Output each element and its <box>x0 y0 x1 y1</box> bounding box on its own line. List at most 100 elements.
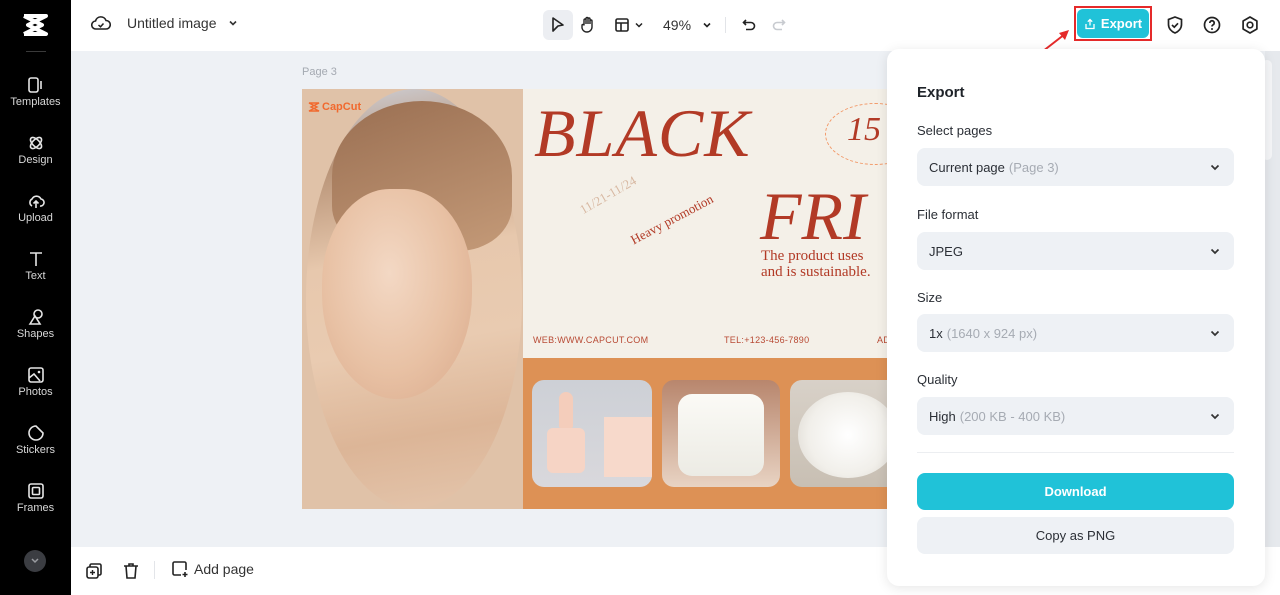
capcut-brand-icon <box>308 102 320 112</box>
tagline-text[interactable]: The product uses and is sustainable. <box>761 248 871 280</box>
zoom-dropdown-icon[interactable] <box>701 19 713 31</box>
add-page-button[interactable]: Add page <box>171 560 254 578</box>
date-range-text[interactable]: 11/21-11/24 <box>577 173 639 218</box>
share-upload-icon <box>1085 18 1095 29</box>
design-canvas[interactable]: CapCut BLACK 15 11/21-11/24 Heavy promot… <box>302 89 887 509</box>
export-panel-title: Export <box>917 84 965 101</box>
shield-check-icon[interactable] <box>1165 15 1185 35</box>
quality-hint: (200 KB - 400 KB) <box>959 408 1066 424</box>
add-page-label: Add page <box>194 561 254 577</box>
chevron-down-icon <box>1210 248 1220 255</box>
sidebar-item-label: Frames <box>16 502 55 514</box>
sidebar-item-label: Templates <box>10 96 61 108</box>
bottom-divider <box>154 561 155 579</box>
sidebar: Templates Design Upload Text Shapes Phot… <box>0 0 71 595</box>
pointer-icon <box>552 17 564 32</box>
sidebar-item-shapes[interactable]: Shapes <box>0 308 71 358</box>
size-dropdown[interactable]: 1x (1640 x 924 px) <box>917 314 1234 352</box>
duplicate-page-icon[interactable] <box>84 561 104 581</box>
dropper-shape <box>559 392 573 428</box>
logo-divider <box>26 51 46 52</box>
document-title[interactable]: Untitled image <box>127 15 217 31</box>
face-shape <box>322 189 472 399</box>
photos-icon <box>27 367 44 383</box>
redo-icon <box>772 19 786 31</box>
jar-shape <box>678 394 764 476</box>
sidebar-more-button[interactable] <box>24 550 46 572</box>
export-panel: Export Select pages Current page (Page 3… <box>887 49 1265 586</box>
copy-as-png-button[interactable]: Copy as PNG <box>917 517 1234 554</box>
quality-label: Quality <box>917 372 958 387</box>
size-value: 1x <box>929 325 943 341</box>
cloud-saved-icon <box>91 16 111 30</box>
tagline-line-1: The product uses <box>761 248 864 264</box>
chevron-down-icon <box>1210 330 1220 337</box>
help-icon[interactable] <box>1202 15 1222 35</box>
sidebar-item-text[interactable]: Text <box>0 250 71 300</box>
sidebar-item-design[interactable]: Design <box>0 134 71 184</box>
hand-icon <box>581 16 593 33</box>
box-shape <box>604 417 652 477</box>
tagline-line-2: and is sustainable. <box>761 264 871 280</box>
sidebar-item-stickers[interactable]: Stickers <box>0 424 71 474</box>
chevron-down-icon <box>1210 413 1220 420</box>
page-label: Page 3 <box>302 66 337 78</box>
sidebar-item-label: Photos <box>18 386 53 398</box>
promotion-text[interactable]: Heavy promotion <box>628 191 716 248</box>
bottle-shape <box>547 428 585 473</box>
chevron-down-icon <box>1210 164 1220 171</box>
sidebar-item-templates[interactable]: Templates <box>0 76 71 126</box>
file-format-label: File format <box>917 207 979 222</box>
sidebar-item-frames[interactable]: Frames <box>0 482 71 532</box>
website-text[interactable]: WEB:WWW.CAPCUT.COM <box>533 335 648 345</box>
zoom-level[interactable]: 49% <box>663 17 691 33</box>
hand-tool-button[interactable] <box>573 10 603 40</box>
stickers-icon <box>27 425 44 441</box>
settings-icon[interactable] <box>1240 15 1260 35</box>
chevron-down-icon <box>31 558 39 564</box>
address-text[interactable]: AD <box>877 335 887 345</box>
templates-icon <box>27 77 42 93</box>
discount-badge-number[interactable]: 15 <box>847 111 881 149</box>
download-button[interactable]: Download <box>917 473 1234 510</box>
add-page-icon <box>172 561 188 577</box>
shapes-icon <box>28 309 43 325</box>
select-pages-hint: (Page 3) <box>1008 159 1059 175</box>
quality-value: High <box>929 408 956 424</box>
sidebar-item-photos[interactable]: Photos <box>0 366 71 416</box>
chevron-down-icon[interactable] <box>227 17 239 29</box>
redo-button[interactable] <box>764 10 794 40</box>
file-format-dropdown[interactable]: JPEG <box>917 232 1234 270</box>
export-button-label: Export <box>1100 16 1143 31</box>
text-icon <box>29 252 42 266</box>
select-pages-value: Current page <box>929 159 1005 175</box>
phone-text[interactable]: TEL:+123-456-7890 <box>724 335 809 345</box>
layout-menu-button[interactable] <box>609 10 649 40</box>
delete-page-icon[interactable] <box>121 561 141 581</box>
headline-black[interactable]: BLACK <box>534 94 751 173</box>
product-photo-cream-jar[interactable] <box>662 380 780 487</box>
product-strip <box>523 358 887 509</box>
quality-dropdown[interactable]: High (200 KB - 400 KB) <box>917 397 1234 435</box>
headline-friday[interactable]: FRI <box>760 177 866 256</box>
design-icon <box>29 136 42 150</box>
chevron-down-icon <box>635 22 643 28</box>
select-pages-label: Select pages <box>917 123 993 138</box>
size-hint: (1640 x 924 px) <box>946 325 1038 341</box>
product-photo-cream-top[interactable] <box>790 380 887 487</box>
export-button[interactable]: Export <box>1077 9 1149 38</box>
jar-top-shape <box>798 392 887 478</box>
product-photo-serum[interactable] <box>532 380 652 487</box>
brand-logo: CapCut <box>308 101 361 113</box>
sidebar-item-label: Stickers <box>15 444 56 456</box>
undo-icon <box>742 19 756 31</box>
capcut-logo-icon[interactable] <box>18 12 52 38</box>
model-photo[interactable]: CapCut <box>302 89 523 509</box>
select-tool-button[interactable] <box>543 10 573 40</box>
brand-text: CapCut <box>322 101 362 113</box>
undo-button[interactable] <box>734 10 764 40</box>
select-pages-dropdown[interactable]: Current page (Page 3) <box>917 148 1234 186</box>
size-label: Size <box>917 290 943 305</box>
sidebar-item-label: Design <box>18 154 53 166</box>
sidebar-item-upload[interactable]: Upload <box>0 192 71 242</box>
